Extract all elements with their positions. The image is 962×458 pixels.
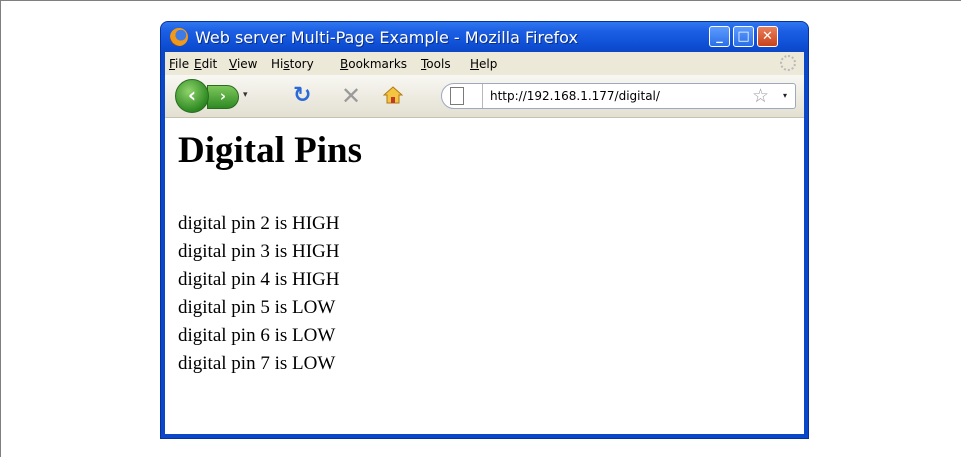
- pin-status-item: digital pin 5 is LOW: [178, 297, 336, 318]
- page-content: Digital Pins digital pin 2 is HIGH digit…: [165, 118, 804, 434]
- menu-edit[interactable]: Edit: [194, 57, 217, 71]
- pin-status-item: digital pin 2 is HIGH: [178, 213, 340, 234]
- star-icon[interactable]: ☆: [752, 85, 769, 107]
- pin-status-item: digital pin 7 is LOW: [178, 353, 336, 374]
- history-dropdown-icon[interactable]: ▾: [243, 90, 248, 100]
- url-dropdown-icon[interactable]: ▾: [783, 91, 787, 100]
- url-separator: [482, 84, 483, 108]
- pin-status-item: digital pin 4 is HIGH: [178, 269, 340, 290]
- forward-icon: ›: [219, 87, 227, 105]
- menu-view[interactable]: View: [229, 57, 257, 71]
- url-bar[interactable]: http://192.168.1.177/digital/ ☆ ▾: [441, 83, 796, 109]
- back-icon: ‹: [187, 83, 197, 107]
- minimize-button[interactable]: _: [709, 26, 730, 47]
- firefox-logo-icon: [170, 28, 188, 46]
- close-button[interactable]: ✕: [757, 26, 778, 47]
- navigation-toolbar: › ‹ ▾ ↻ ✕ http://192.168.1.177/digital/ …: [165, 75, 804, 118]
- forward-button[interactable]: ›: [207, 85, 239, 109]
- page-icon: [450, 87, 464, 105]
- throbber-icon: [780, 55, 796, 71]
- maximize-button[interactable]: □: [733, 26, 754, 47]
- pin-status-list: digital pin 2 is HIGH digital pin 3 is H…: [178, 213, 340, 378]
- stop-icon[interactable]: ✕: [341, 82, 361, 110]
- menu-bar: File Edit View History Bookmarks Tools H…: [165, 52, 804, 75]
- menu-bookmarks[interactable]: Bookmarks: [340, 57, 407, 71]
- reload-icon[interactable]: ↻: [293, 83, 311, 108]
- menu-help[interactable]: Help: [470, 57, 497, 71]
- menu-tools[interactable]: Tools: [421, 57, 451, 71]
- pin-status-item: digital pin 6 is LOW: [178, 325, 336, 346]
- pin-status-item: digital pin 3 is HIGH: [178, 241, 340, 262]
- page-heading: Digital Pins: [178, 130, 362, 171]
- menu-history[interactable]: History: [271, 57, 314, 71]
- back-button[interactable]: ‹: [175, 79, 209, 113]
- home-icon[interactable]: [383, 85, 403, 105]
- menu-file[interactable]: File: [169, 57, 189, 71]
- title-bar[interactable]: Web server Multi-Page Example - Mozilla …: [161, 22, 808, 52]
- browser-window: Web server Multi-Page Example - Mozilla …: [161, 22, 808, 438]
- window-title: Web server Multi-Page Example - Mozilla …: [195, 28, 578, 47]
- url-input[interactable]: http://192.168.1.177/digital/: [490, 89, 660, 103]
